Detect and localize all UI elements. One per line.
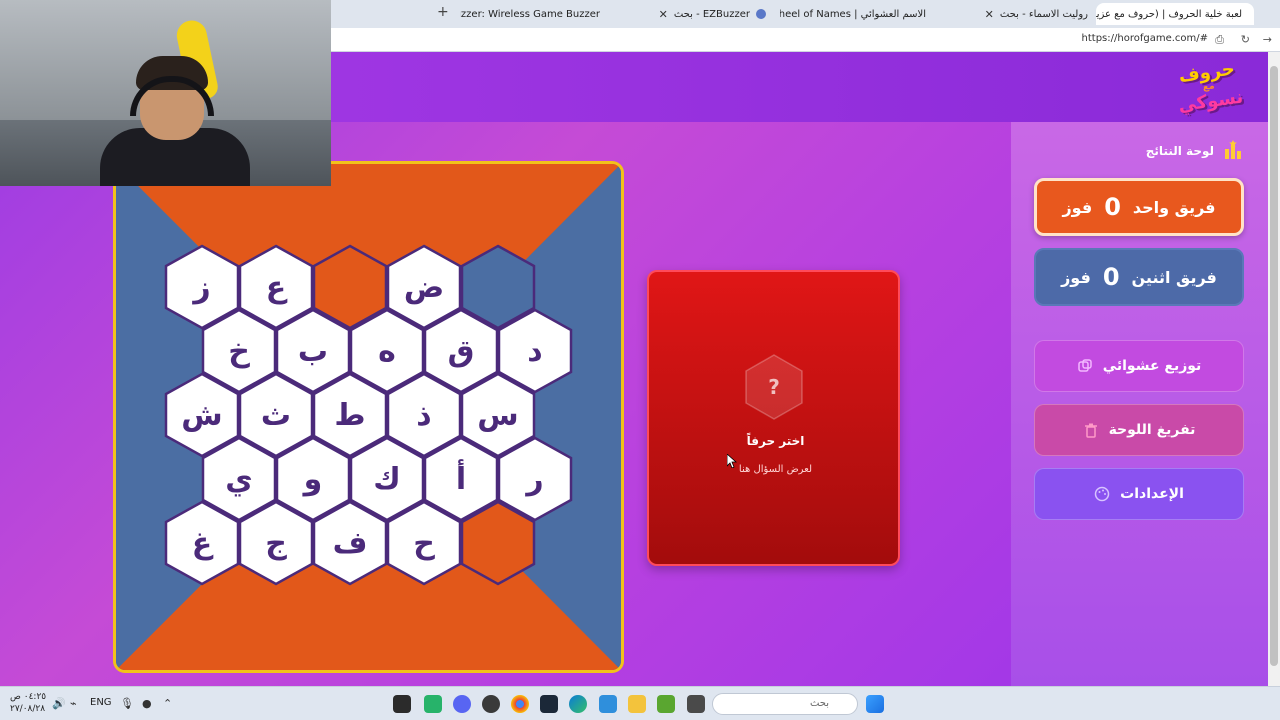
network-icon[interactable]: ⌁ bbox=[70, 697, 77, 710]
close-icon[interactable]: ✕ bbox=[659, 8, 668, 21]
tab-label: لعبة خلية الحروف | (حروف مع عزيز) - bbox=[1096, 8, 1242, 20]
clear-board-button[interactable]: تفريغ اللوحة bbox=[1034, 404, 1244, 456]
epic-games-icon[interactable] bbox=[393, 695, 411, 713]
url-text[interactable]: https://horofgame.com/# bbox=[1082, 33, 1208, 44]
tab-label: الاسم العشوائي | Wheel of Names bbox=[780, 8, 926, 20]
team-score: 0 bbox=[1104, 193, 1121, 221]
task-view-icon[interactable] bbox=[687, 695, 705, 713]
question-subtitle: لعرض السؤال هنا bbox=[738, 464, 813, 475]
tab-names-roulette[interactable]: روليت الاسماء - بحث ✕ bbox=[944, 3, 1094, 25]
team-score: 0 bbox=[1102, 263, 1120, 291]
hex-cell[interactable]: ف bbox=[312, 500, 388, 586]
scoreboard-sidebar: لوحة النتائج فريق واحد 0 فوز فريق اثنين … bbox=[1011, 122, 1268, 686]
hex-letter: ح bbox=[413, 525, 435, 561]
scoreboard-title: لوحة النتائج bbox=[1145, 144, 1214, 158]
team-one-card[interactable]: فريق واحد 0 فوز bbox=[1034, 178, 1244, 236]
forward-icon[interactable]: → bbox=[1263, 33, 1272, 46]
settings-button[interactable]: الإعدادات bbox=[1034, 468, 1244, 520]
question-card[interactable]: ? اختر حرفاً لعرض السؤال هنا bbox=[647, 270, 900, 566]
taskbar-search[interactable]: بحث bbox=[712, 693, 858, 715]
hex-letter: غ bbox=[191, 525, 213, 561]
refresh-icon[interactable]: ↻ bbox=[1241, 33, 1250, 46]
hex-letter bbox=[460, 500, 536, 586]
microphone-icon[interactable]: 🎙 bbox=[120, 697, 134, 710]
chevron-up-icon[interactable]: ⌃ bbox=[163, 697, 172, 710]
tab-wheel-of-names[interactable]: الاسم العشوائي | Wheel of Names ✕ bbox=[780, 3, 938, 25]
team-score-suffix: فوز bbox=[1061, 267, 1091, 287]
scrollbar-thumb[interactable] bbox=[1270, 66, 1278, 666]
tab-horof-game[interactable]: لعبة خلية الحروف | (حروف مع عزيز) - ✕ bbox=[1096, 3, 1254, 25]
close-icon[interactable]: ✕ bbox=[985, 8, 994, 21]
hex-cell[interactable] bbox=[460, 500, 536, 586]
random-distribute-button[interactable]: توزيع عشوائي bbox=[1034, 340, 1244, 392]
windows-taskbar: ٠٤:٢٥ ص ٢٧/٠٨/٢٨ 🔊 ⌁ ENG 🎙 ● ⌃ بحث bbox=[0, 686, 1280, 720]
volume-icon[interactable]: 🔊 bbox=[52, 697, 66, 710]
question-mark: ? bbox=[768, 375, 780, 399]
tab-label: روليت الاسماء - بحث bbox=[999, 8, 1088, 20]
lock-icon: ⎙ bbox=[1215, 33, 1224, 46]
steelseries-icon[interactable] bbox=[482, 695, 500, 713]
hex-cell[interactable]: ح bbox=[386, 500, 462, 586]
team-two-card[interactable]: فريق اثنين 0 فوز bbox=[1034, 248, 1244, 306]
webcam-overlay bbox=[0, 0, 331, 186]
steam-icon[interactable] bbox=[540, 695, 558, 713]
hex-cell[interactable]: ج bbox=[238, 500, 314, 586]
edge-icon[interactable] bbox=[569, 695, 587, 713]
team-score-suffix: فوز bbox=[1062, 197, 1093, 217]
hex-cell[interactable]: غ bbox=[164, 500, 240, 586]
windows-start-icon[interactable] bbox=[866, 695, 884, 713]
minecraft-icon[interactable] bbox=[657, 695, 675, 713]
app-icon[interactable] bbox=[424, 695, 442, 713]
tab-ezbuzzer[interactable]: EZBuzzer: Wireless Game Buzzer - ✕ bbox=[460, 3, 612, 25]
trash-icon bbox=[1084, 423, 1097, 438]
random-label: توزيع عشوائي bbox=[1102, 358, 1202, 374]
file-explorer-icon[interactable] bbox=[628, 695, 646, 713]
tray-icon[interactable]: ● bbox=[142, 697, 152, 710]
language-indicator[interactable]: ENG bbox=[90, 697, 112, 708]
unknown-app-icon[interactable] bbox=[599, 695, 617, 713]
page-scrollbar[interactable] bbox=[1268, 52, 1280, 686]
clear-label: تفريغ اللوحة bbox=[1108, 422, 1196, 438]
hex-letter: ف bbox=[332, 525, 368, 561]
question-title: اختر حرفاً bbox=[746, 434, 805, 448]
chrome-icon[interactable] bbox=[511, 695, 529, 713]
tab-label: EZBuzzer - بحث bbox=[673, 8, 750, 20]
trophy-icon bbox=[1225, 140, 1241, 159]
search-icon bbox=[756, 9, 766, 19]
discord-icon[interactable] bbox=[453, 695, 471, 713]
new-tab-button[interactable]: + bbox=[437, 4, 449, 20]
team-name: فريق واحد bbox=[1132, 197, 1216, 217]
letter-hive-board: زعضخبهقدشثطذسيوكأرغجفح bbox=[113, 161, 624, 673]
tab-ezbuzzer-search[interactable]: EZBuzzer - بحث ✕ bbox=[620, 3, 772, 25]
clock[interactable]: ٠٤:٢٥ ص ٢٧/٠٨/٢٨ bbox=[10, 691, 46, 715]
logo: حروف مع نسوكي bbox=[1177, 58, 1245, 117]
settings-label: الإعدادات bbox=[1120, 486, 1184, 502]
tab-label: EZBuzzer: Wireless Game Buzzer - bbox=[460, 8, 600, 20]
shuffle-icon bbox=[1077, 359, 1092, 372]
team-name: فريق اثنين bbox=[1131, 267, 1217, 287]
palette-icon bbox=[1094, 486, 1110, 502]
mouse-cursor-icon bbox=[727, 454, 737, 468]
hex-letter: ج bbox=[265, 525, 287, 561]
